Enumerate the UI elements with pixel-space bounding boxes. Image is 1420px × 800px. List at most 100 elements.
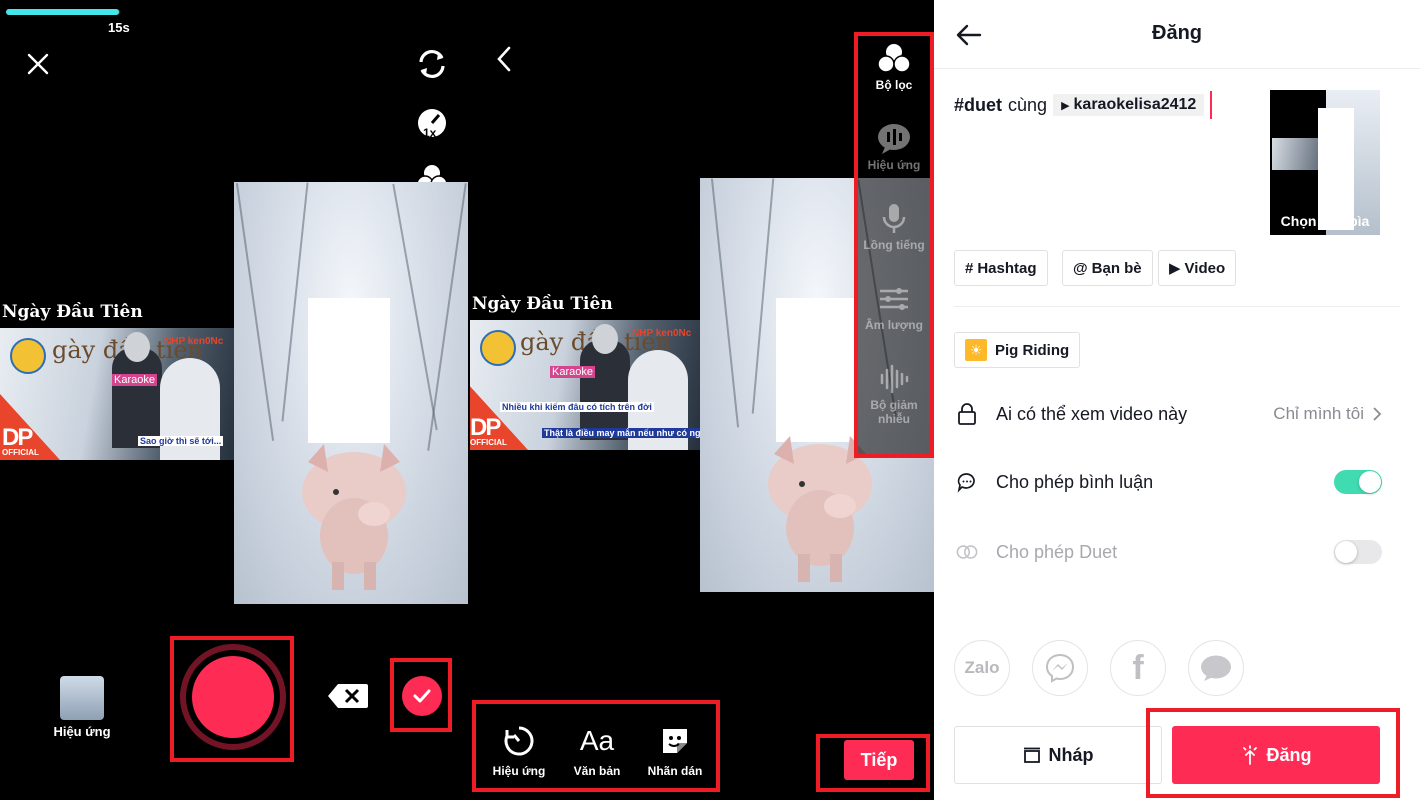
next-button[interactable]: Tiếp	[844, 740, 914, 780]
song-title: Ngày Đầu Tiên	[472, 294, 613, 314]
privacy-row[interactable]: Ai có thể xem video này Chỉ mình tôi	[934, 394, 1420, 434]
lyric-line-1: Nhiều khi kiếm đâu có tích trên đời	[500, 402, 654, 412]
sun-icon: ☀	[965, 339, 987, 361]
lyric-line: Sao giờ thì sẽ tới...	[138, 436, 224, 446]
comments-toggle[interactable]	[1334, 470, 1382, 494]
back-icon[interactable]	[492, 44, 516, 74]
text-icon: Aa	[579, 725, 615, 756]
post-button[interactable]: Đăng	[1172, 726, 1380, 784]
filter-icon	[858, 40, 930, 78]
play-circle-icon: ▶	[1169, 260, 1181, 277]
duet-label: Cho phép Duet	[996, 541, 1118, 562]
singer-label: NHP ken0Nc	[632, 328, 692, 339]
duet-row: Cho phép Duet	[934, 532, 1420, 572]
hashtag-chip[interactable]: # Hashtag	[954, 250, 1048, 286]
draft-button[interactable]: Nháp	[954, 726, 1162, 784]
speed-icon[interactable]: 1x	[412, 104, 452, 144]
caption-input[interactable]: #duet cùng ▶ karaokelisa2412	[954, 91, 1254, 119]
mention-chip: ▶ karaokelisa2412	[1053, 94, 1205, 116]
effect-chip[interactable]: ☀ Pig Riding	[954, 332, 1081, 368]
effects-label: Hiệu ứng	[53, 724, 111, 739]
bottom-tool-effects-timer[interactable]: Hiệu ứng	[484, 724, 554, 778]
edit-tool-voice[interactable]: Lồng tiếng	[858, 200, 930, 272]
bạn-bè-chip[interactable]: @ Bạn bè	[1062, 250, 1153, 286]
bottom-tool-label: Văn bản	[573, 764, 621, 778]
comments-label: Cho phép bình luận	[996, 471, 1154, 492]
recording-duration: 15s	[108, 20, 130, 35]
privacy-label: Ai có thể xem video này	[996, 403, 1188, 424]
cover-thumbnail[interactable]: Chọn ảnh bìa	[1270, 90, 1380, 235]
singer-label: NHP ken0Nc	[164, 336, 224, 347]
karaoke-label: Karaoke	[112, 374, 157, 386]
bottom-tool-text[interactable]: Aa Văn bản	[562, 724, 632, 778]
edit-tool-label: Bộ giảm nhiễu	[870, 398, 918, 426]
edit-screen: Ngày Đầu Tiên gày đầu tiên NHP ken0Nc Ka…	[470, 0, 934, 800]
edit-tool-label: Hiệu ứng	[867, 158, 921, 172]
chip-label: Hashtag	[977, 259, 1037, 277]
recording-screen: 15s 1x 3 Ngày Đầu Tiên gày đầu tiên	[0, 0, 470, 800]
edit-tool-adjust[interactable]: Âm lượng	[858, 280, 930, 352]
bottom-tool-label: Nhãn dán	[647, 764, 703, 778]
messenger-icon[interactable]	[1032, 640, 1088, 696]
edit-tool-label: Bộ lọc	[875, 78, 913, 92]
recording-progress-bar	[6, 9, 120, 15]
post-sparkle-icon	[1242, 745, 1257, 765]
comment-icon	[956, 471, 978, 493]
adjust-icon	[858, 280, 930, 318]
delete-clip-icon[interactable]	[326, 682, 370, 710]
hash-icon: #	[965, 259, 974, 277]
edit-tool-noise[interactable]: Bộ giảm nhiễu	[858, 360, 930, 432]
bottom-tool-label: Hiệu ứng	[492, 764, 546, 778]
zalo-text: Zalo	[964, 658, 1000, 677]
caption-word: cùng	[1008, 94, 1048, 115]
post-screen: Đăng #duet cùng ▶ karaokelisa2412 Chọn ả…	[934, 0, 1420, 800]
edit-tool-label: Âm lượng	[865, 318, 923, 332]
song-title: Ngày Đầu Tiên	[2, 302, 143, 322]
post-label: Đăng	[1266, 744, 1312, 765]
message-icon[interactable]	[1188, 640, 1244, 696]
lyric-line-2: Thật là điều may mắn nếu như có người	[542, 428, 700, 438]
effects-icon	[858, 120, 930, 158]
draft-label: Nháp	[1048, 744, 1094, 765]
lock-icon	[956, 403, 978, 425]
chip-label: Video	[1184, 259, 1226, 277]
caption-hashtag: #duet	[954, 94, 1003, 115]
facebook-icon[interactable]: f	[1110, 640, 1166, 696]
chevron-right-icon	[1373, 407, 1382, 421]
record-button[interactable]	[192, 656, 274, 738]
zalo-icon[interactable]: Zalo	[954, 640, 1010, 696]
header-divider	[934, 68, 1420, 69]
confirm-button[interactable]	[402, 676, 442, 716]
voice-icon	[858, 200, 930, 238]
draft-icon	[1023, 747, 1040, 763]
effect-chip-label: Pig Riding	[995, 341, 1070, 359]
original-video-thumbnail: Ngày Đầu Tiên gày đầu tiên NHP ken0Nc Ka…	[0, 302, 234, 460]
bottom-tool-sticker[interactable]: Nhãn dán	[640, 724, 710, 778]
effects-thumbnail[interactable]	[60, 676, 104, 720]
check-icon	[413, 689, 431, 703]
official-label: OFFICIAL	[470, 438, 507, 447]
flip-camera-icon[interactable]	[412, 44, 452, 84]
close-icon[interactable]	[24, 50, 52, 78]
original-video-thumbnail: Ngày Đầu Tiên gày đầu tiên NHP ken0Nc Ka…	[470, 294, 700, 450]
duet-toggle[interactable]	[1334, 540, 1382, 564]
chip-label: Bạn bè	[1091, 259, 1142, 277]
edit-tool-effects[interactable]: Hiệu ứng	[858, 120, 930, 192]
duet-icon	[956, 541, 978, 563]
record-button-ring[interactable]	[180, 644, 286, 750]
video-chip[interactable]: ▶ Video	[1158, 250, 1237, 286]
comments-row: Cho phép bình luận	[934, 462, 1420, 502]
recording-progress-fill	[6, 9, 119, 15]
edit-tool-filter[interactable]: Bộ lọc	[858, 40, 930, 112]
edit-tool-label: Lồng tiếng	[863, 238, 925, 252]
privacy-value: Chỉ mình tôi	[1273, 404, 1364, 423]
masked-face	[776, 298, 858, 442]
camera-preview	[234, 182, 468, 604]
noise-icon	[858, 360, 930, 398]
page-title: Đăng	[1152, 22, 1202, 44]
effects-timer-icon	[484, 724, 554, 758]
pig-effect	[302, 444, 406, 590]
mention-name: karaokelisa2412	[1073, 96, 1197, 113]
sticker-icon	[640, 724, 710, 758]
play-icon: ▶	[1061, 99, 1070, 112]
